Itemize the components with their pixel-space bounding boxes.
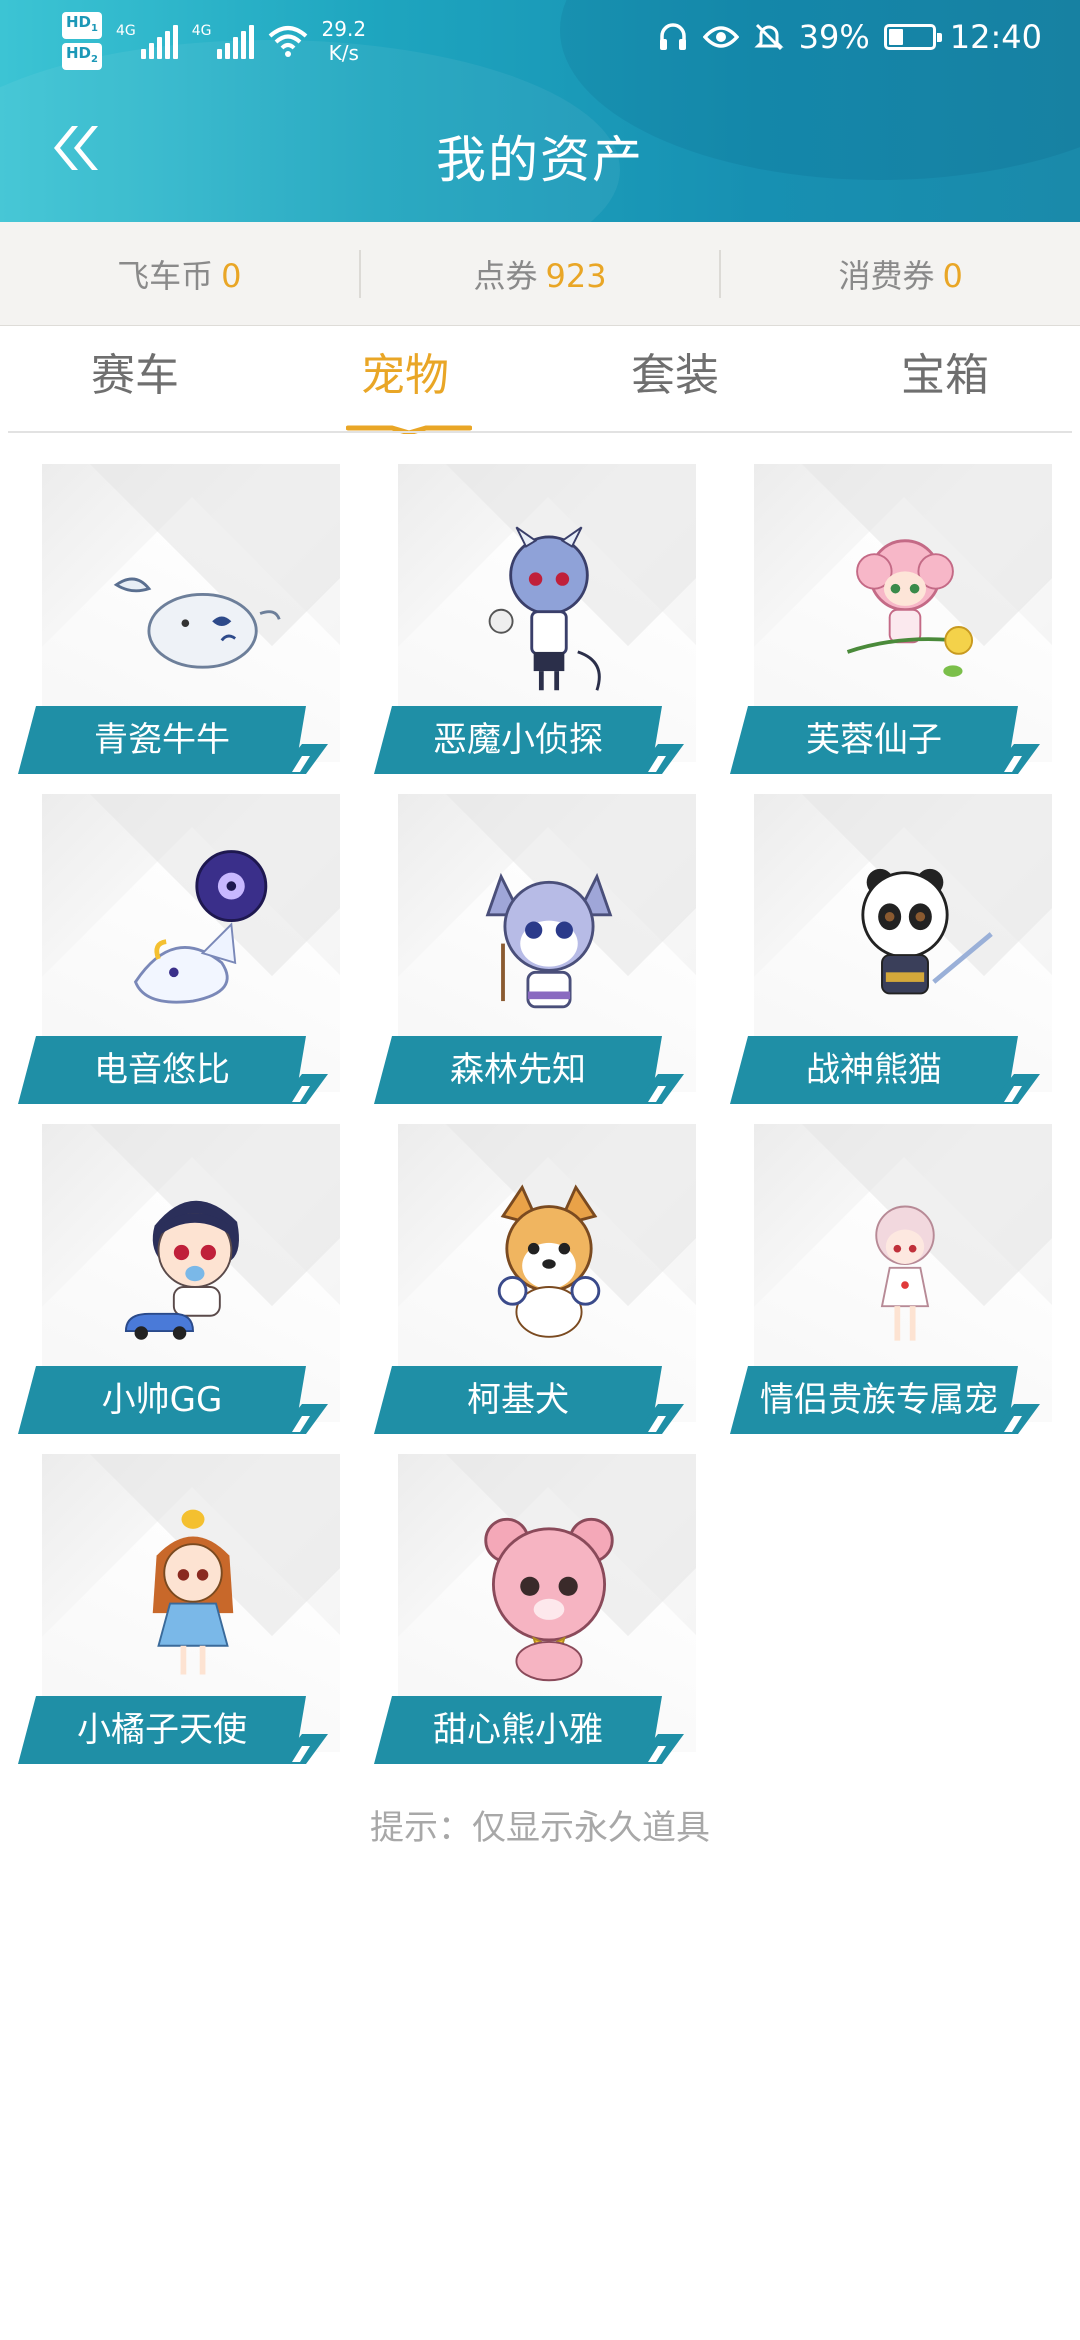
eye-comfort-icon [702,26,739,48]
battery-icon [883,24,942,50]
currency-consumption-voucher: 消费券 0 [721,251,1080,297]
pet-card[interactable]: 情侣贵族专属宠 [730,1124,1052,1434]
pet-name-label: 甜心熊小雅 [374,1696,662,1764]
wifi-icon [268,26,307,57]
lotus-fairy-pet-icon [846,539,974,677]
hd-1-sub: 1 [91,23,98,34]
corner-stripe-icon [278,1734,328,1764]
pet-card[interactable]: 森林先知 [374,794,696,1104]
currency-feiche-coin: 飞车币 0 [0,251,359,297]
porcelain-cow-pet-icon [113,577,281,669]
pet-card[interactable]: 甜心熊小雅 [374,1454,696,1764]
currency-label: 飞车币 [117,256,214,295]
battery-percent: 39% [798,18,870,56]
pet-name-label: 森林先知 [374,1036,662,1104]
status-right: 39% 12:40 [657,18,1042,56]
currency-label: 消费券 [838,256,935,295]
speed-unit: K/s [328,41,359,65]
couple-noble-pet-icon [875,1205,935,1341]
pet-card[interactable]: 战神熊猫 [730,794,1052,1104]
corner-stripe-icon [634,744,684,774]
currency-label: 点券 [473,256,538,295]
pet-card[interactable]: 小帅GG [18,1124,340,1434]
tab-outfits[interactable]: 套装 [540,326,810,432]
forest-prophet-pet-icon [485,872,613,1009]
pet-name-label: 电音悠比 [18,1036,306,1104]
tab-pets[interactable]: 宠物 [270,326,540,432]
handsome-boy-pet-icon [124,1200,239,1340]
pet-name-label: 情侣贵族专属宠 [730,1366,1018,1434]
bell-muted-icon [754,23,784,51]
speed-value: 29.2 [321,17,367,41]
hd-2-label: HD [66,44,92,62]
hd-1-label: HD [66,13,92,31]
status-bar: HD1 HD2 4G 4G 29.2 K/s 39% 12:40 [0,0,1080,78]
currency-value: 0 [942,256,963,295]
pet-card[interactable]: 柯基犬 [374,1124,696,1434]
pet-name-label: 小橘子天使 [18,1696,306,1764]
pet-name-label: 战神熊猫 [730,1036,1018,1104]
category-tabs: 赛车 宠物 套装 宝箱 [0,326,1080,432]
war-panda-pet-icon [861,868,993,995]
signal-1-label: 4G [115,23,136,39]
signal-2-icon: 4G [192,23,254,59]
corner-stripe-icon [990,744,1040,774]
hd-2-icon: HD2 [62,43,102,70]
currency-bar: 飞车币 0 点券 923 消费券 0 [0,222,1080,326]
currency-voucher-points: 点券 923 [361,251,720,297]
currency-value: 923 [545,256,607,295]
corner-stripe-icon [278,1404,328,1434]
corner-stripe-icon [990,1404,1040,1434]
pet-name-label: 芙蓉仙子 [730,706,1018,774]
pet-card[interactable]: 青瓷牛牛 [18,464,340,774]
currency-value: 0 [221,256,242,295]
tabs-divider [8,431,1072,433]
headset-icon [659,23,686,50]
clock-time: 12:40 [949,18,1042,56]
hd-2-sub: 2 [91,54,98,65]
pet-card[interactable]: 小橘子天使 [18,1454,340,1764]
hd-indicators: HD1 HD2 [62,12,102,70]
electro-yubi-pet-icon [133,850,268,1004]
corner-stripe-icon [634,1074,684,1104]
corner-stripe-icon [634,1404,684,1434]
permanent-items-hint: 提示：仅显示永久道具 [370,1808,710,1848]
devil-detective-pet-icon [488,526,601,691]
corner-stripe-icon [278,744,328,774]
orange-angel-pet-icon [152,1509,234,1675]
pet-card[interactable]: 恶魔小侦探 [374,464,696,774]
sweet-bear-pet-icon [484,1517,614,1682]
tab-cars[interactable]: 赛车 [0,326,270,432]
app-header: HD1 HD2 4G 4G 29.2 K/s 39% 12:40 我的资产 [0,0,1080,222]
hd-1-icon: HD1 [62,12,102,39]
network-speed: 29.2 K/s [322,17,367,65]
page-title: 我的资产 [436,131,644,189]
pet-name-label: 恶魔小侦探 [374,706,662,774]
corner-stripe-icon [634,1734,684,1764]
pet-name-label: 青瓷牛牛 [18,706,306,774]
signal-2-label: 4G [191,23,212,39]
corgi-pet-icon [497,1184,601,1338]
pet-card[interactable]: 电音悠比 [18,794,340,1104]
tab-treasure-chests[interactable]: 宝箱 [810,326,1080,432]
signal-1-icon: 4G [116,23,178,59]
pet-card[interactable]: 芙蓉仙子 [730,464,1052,774]
pet-name-label: 小帅GG [18,1366,306,1434]
status-left: HD1 HD2 4G 4G 29.2 K/s [62,12,366,70]
corner-stripe-icon [990,1074,1040,1104]
pet-name-label: 柯基犬 [374,1366,662,1434]
corner-stripe-icon [278,1074,328,1104]
